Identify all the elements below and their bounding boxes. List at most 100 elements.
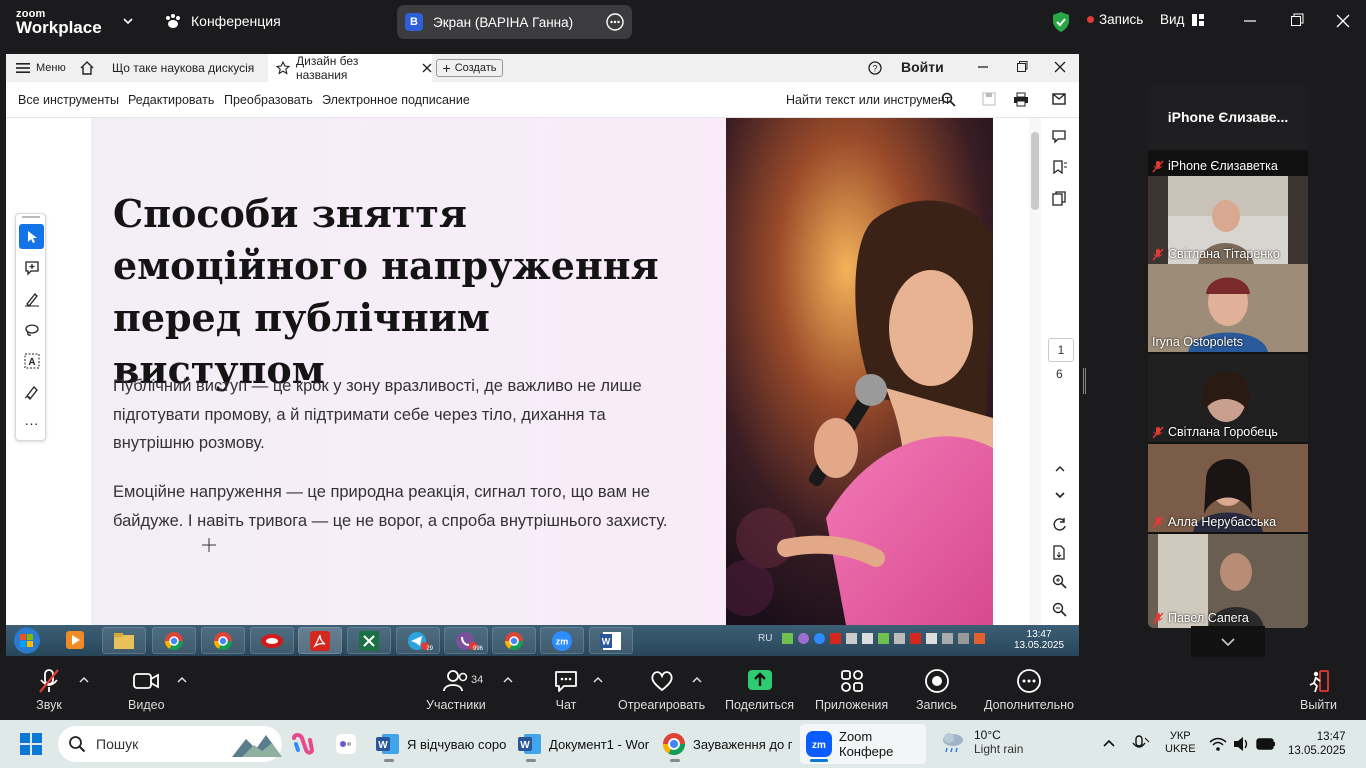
save-icon[interactable] [982,92,996,106]
recording-indicator[interactable]: Запись [1087,12,1143,27]
participant-tile[interactable]: Павел Сапега [1148,534,1308,628]
audio-button[interactable]: Звук [36,668,62,712]
search-icon[interactable] [941,92,956,107]
viber-task-icon[interactable]: 996 [444,627,488,654]
participant-tile[interactable]: Світлана Горобець [1148,354,1308,442]
zoom-task-icon[interactable]: zm [540,627,584,654]
mail-icon[interactable] [1052,93,1066,105]
video-button[interactable]: Видео [128,668,165,712]
share-screen-button[interactable]: Поделиться [725,668,794,712]
windows-start-orb-icon[interactable] [10,625,44,656]
more-button[interactable]: Дополнительно [984,668,1074,712]
close-icon[interactable] [1336,12,1350,30]
extract-page-icon[interactable] [1052,545,1067,560]
sign-tool-icon[interactable] [19,379,44,404]
find-tool-button[interactable]: Найти текст или инструмент [786,93,950,107]
text-tool-icon[interactable]: A [19,348,44,373]
copilot-icon[interactable] [290,732,314,756]
menu-convert[interactable]: Преобразовать [224,93,313,107]
home-icon[interactable] [79,54,95,82]
chevron-up-icon[interactable] [691,676,703,684]
chrome-task-icon[interactable] [152,627,196,654]
zoom-workplace-logo[interactable]: zoom Workplace [16,8,102,36]
taskbar-clock[interactable]: 13:47 13.05.2025 [1288,730,1346,758]
record-button[interactable]: Запись [916,668,957,712]
word-task-icon[interactable]: W [589,627,633,654]
tab-document-1[interactable]: Що таке наукова дискусія [103,54,266,82]
mic-tray-icon[interactable] [1130,734,1150,754]
select-tool-icon[interactable] [19,224,44,249]
telegram-task-icon[interactable]: 29 [396,627,440,654]
star-icon[interactable] [276,61,290,75]
apps-button[interactable]: Приложения [815,668,888,712]
chevron-up-icon[interactable] [592,676,604,684]
taskbar-app-zoom[interactable]: zm Zoom Конфере [800,724,926,764]
pages-icon[interactable] [1052,191,1068,206]
windows-start-icon[interactable] [20,733,42,755]
keyboard-language[interactable]: RU [758,633,772,644]
app-task-icon[interactable] [250,627,294,654]
restore-icon[interactable] [1290,12,1304,30]
draw-tool-icon[interactable] [19,317,44,342]
app-icon[interactable] [335,733,357,755]
chevron-up-icon[interactable] [502,676,514,684]
chevron-up-icon[interactable] [1102,738,1116,748]
weather-widget[interactable]: 10°C Light rain [940,728,1023,756]
chevron-up-icon[interactable] [78,676,90,684]
close-icon[interactable] [1054,60,1066,74]
taskbar-app-word-1[interactable]: W Я відчуваю сорo [370,724,512,764]
leave-button[interactable]: Выйти [1300,668,1337,712]
screen-share-indicator[interactable]: В Экран (ВАРІНА Ганна) [397,5,632,39]
zoom-out-icon[interactable] [1052,602,1067,617]
gallery-scroll-down-button[interactable] [1191,626,1265,657]
restore-icon[interactable] [1016,60,1028,74]
battery-icon[interactable] [1256,737,1276,751]
minimize-icon[interactable] [977,60,989,74]
excel-task-icon[interactable] [347,627,391,654]
meeting-info-button[interactable]: Конференция [164,13,281,29]
chrome-task-icon[interactable] [201,627,245,654]
react-button[interactable]: Отреагировать [618,668,705,712]
comment-tool-icon[interactable] [19,255,44,280]
participant-tile[interactable]: Світлана Тітаренко [1148,176,1308,264]
vertical-scrollbar[interactable] [1029,118,1041,625]
create-button[interactable]: + Создать [436,59,503,77]
highlight-tool-icon[interactable] [19,286,44,311]
wifi-icon[interactable] [1209,736,1227,752]
volume-icon[interactable] [1233,736,1251,752]
participant-tile[interactable]: iPhone Єлизаветка [1148,150,1308,176]
participant-tile[interactable]: Алла Нерубасська [1148,444,1308,532]
zoom-in-icon[interactable] [1052,574,1067,589]
page-number-input[interactable]: 1 [1048,338,1074,362]
explorer-task-icon[interactable] [102,627,146,654]
menu-e-sign[interactable]: Электронное подписание [322,93,470,107]
help-icon[interactable]: ? [868,61,882,75]
participant-tile[interactable]: Iryna Ostopolets [1148,264,1308,352]
menu-edit[interactable]: Редактировать [128,93,214,107]
comments-panel-icon[interactable] [1052,130,1068,145]
menu-all-tools[interactable]: Все инструменты [18,93,119,107]
chrome-task-icon[interactable] [492,627,536,654]
shared-screen[interactable]: Меню Що таке наукова дискусія Дизайн без… [6,54,1079,656]
chevron-down-icon[interactable] [122,16,134,26]
print-icon[interactable] [1013,92,1029,107]
input-language[interactable]: УКР UKRE [1165,730,1196,756]
tab-document-2[interactable]: Дизайн без названия [268,54,432,82]
close-tab-icon[interactable] [422,63,432,73]
acrobat-menu-button[interactable]: Меню [16,54,66,82]
acrobat-task-icon[interactable] [298,627,342,654]
chevron-up-icon[interactable] [176,676,188,684]
shield-check-icon[interactable] [1051,11,1071,33]
login-button[interactable]: Войти [901,59,944,75]
split-resize-handle[interactable] [1083,368,1086,394]
chat-button[interactable]: Чат [553,668,579,712]
more-tools-icon[interactable]: ··· [19,410,44,435]
rotate-icon[interactable] [1052,517,1067,532]
chevron-down-icon[interactable] [1054,490,1066,500]
minimize-icon[interactable] [1243,12,1257,30]
system-tray-icons[interactable] [782,633,985,644]
taskbar-search-box[interactable]: Пошук [58,726,282,762]
taskbar-app-word-2[interactable]: W Документ1 - Wor [512,724,655,764]
taskbar-app-chrome[interactable]: Зауваження до г [656,724,799,764]
bookmarks-icon[interactable] [1052,160,1068,175]
